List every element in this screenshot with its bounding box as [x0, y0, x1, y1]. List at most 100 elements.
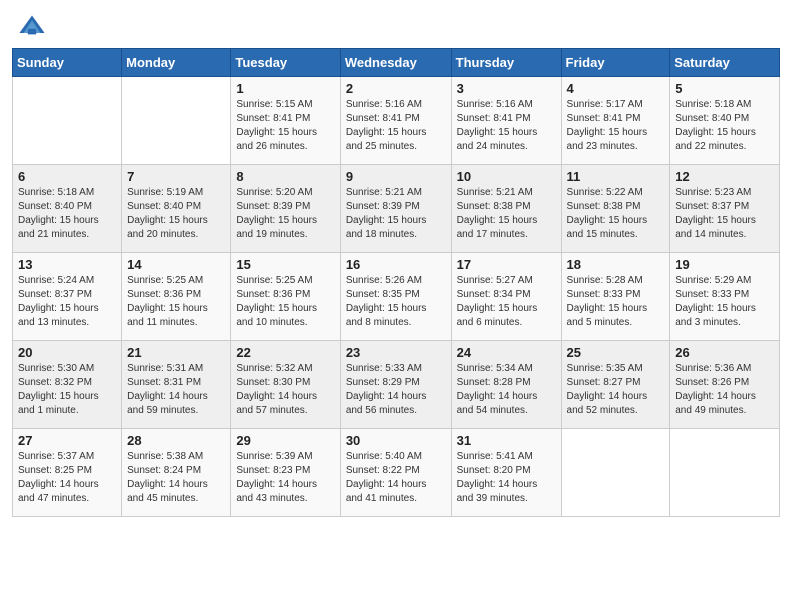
day-info: Sunrise: 5:20 AMSunset: 8:39 PMDaylight:…: [236, 186, 334, 242]
calendar-cell: 5 Sunrise: 5:18 AMSunset: 8:40 PMDaylight…: [670, 77, 780, 165]
day-info: Sunrise: 5:23 AMSunset: 8:37 PMDaylight:…: [675, 186, 774, 242]
day-info: Sunrise: 5:41 AMSunset: 8:20 PMDaylight:…: [457, 450, 556, 506]
calendar-cell: 19Sunrise: 5:29 AMSunset: 8:33 PMDayligh…: [670, 253, 780, 341]
day-info: Sunrise: 5:18 AMSunset: 8:40 PMDaylight:…: [18, 186, 116, 242]
day-info: Sunrise: 5:38 AMSunset: 8:24 PMDaylight:…: [127, 450, 225, 506]
day-number: 16: [346, 257, 446, 272]
day-number: 12: [675, 169, 774, 184]
calendar-week-1: 1Sunrise: 5:15 AMSunset: 8:41 PMDaylight…: [13, 77, 780, 165]
calendar-cell: 10 Sunrise: 5:21 AMSunset: 8:38 PMDayligh…: [451, 165, 561, 253]
day-of-week-wednesday: Wednesday: [340, 49, 451, 77]
day-of-week-saturday: Saturday: [670, 49, 780, 77]
day-number: 3: [457, 81, 556, 96]
calendar-cell: 27 Sunrise: 5:37 AMSunset: 8:25 PMDayligh…: [13, 429, 122, 517]
calendar-cell: 28 Sunrise: 5:38 AMSunset: 8:24 PMDayligh…: [122, 429, 231, 517]
calendar-week-5: 27 Sunrise: 5:37 AMSunset: 8:25 PMDayligh…: [13, 429, 780, 517]
day-info: Sunrise: 5:26 AMSunset: 8:35 PMDaylight:…: [346, 274, 446, 330]
day-number: 7: [127, 169, 225, 184]
day-info: Sunrise: 5:22 AMSunset: 8:38 PMDaylight:…: [567, 186, 665, 242]
calendar-cell: 24Sunrise: 5:34 AMSunset: 8:28 PMDayligh…: [451, 341, 561, 429]
day-number: 29: [236, 433, 334, 448]
day-number: 9: [346, 169, 446, 184]
day-number: 24: [457, 345, 556, 360]
day-info: Sunrise: 5:27 AMSunset: 8:34 PMDaylight:…: [457, 274, 556, 330]
day-number: 17: [457, 257, 556, 272]
day-info: Sunrise: 5:21 AMSunset: 8:38 PMDaylight:…: [457, 186, 556, 242]
calendar-cell: 21 Sunrise: 5:31 AMSunset: 8:31 PMDayligh…: [122, 341, 231, 429]
calendar-cell: 2Sunrise: 5:16 AMSunset: 8:41 PMDaylight…: [340, 77, 451, 165]
day-info: Sunrise: 5:21 AMSunset: 8:39 PMDaylight:…: [346, 186, 446, 242]
day-info: Sunrise: 5:19 AMSunset: 8:40 PMDaylight:…: [127, 186, 225, 242]
calendar-body: 1Sunrise: 5:15 AMSunset: 8:41 PMDaylight…: [13, 77, 780, 517]
day-number: 13: [18, 257, 116, 272]
calendar-cell: 9 Sunrise: 5:21 AMSunset: 8:39 PMDaylight…: [340, 165, 451, 253]
logo-icon: [18, 12, 46, 40]
calendar-cell: 6Sunrise: 5:18 AMSunset: 8:40 PMDaylight…: [13, 165, 122, 253]
day-number: 1: [236, 81, 334, 96]
day-number: 28: [127, 433, 225, 448]
calendar-cell: 3 Sunrise: 5:16 AMSunset: 8:41 PMDaylight…: [451, 77, 561, 165]
day-info: Sunrise: 5:17 AMSunset: 8:41 PMDaylight:…: [567, 98, 665, 154]
day-info: Sunrise: 5:24 AMSunset: 8:37 PMDaylight:…: [18, 274, 116, 330]
day-info: Sunrise: 5:37 AMSunset: 8:25 PMDaylight:…: [18, 450, 116, 506]
day-number: 25: [567, 345, 665, 360]
day-number: 22: [236, 345, 334, 360]
day-number: 14: [127, 257, 225, 272]
day-number: 15: [236, 257, 334, 272]
calendar-header: SundayMondayTuesdayWednesdayThursdayFrid…: [13, 49, 780, 77]
calendar-cell: 26Sunrise: 5:36 AMSunset: 8:26 PMDayligh…: [670, 341, 780, 429]
calendar-cell: 16 Sunrise: 5:26 AMSunset: 8:35 PMDayligh…: [340, 253, 451, 341]
calendar-cell: 7 Sunrise: 5:19 AMSunset: 8:40 PMDaylight…: [122, 165, 231, 253]
calendar-cell: 4 Sunrise: 5:17 AMSunset: 8:41 PMDaylight…: [561, 77, 670, 165]
calendar-cell: 14 Sunrise: 5:25 AMSunset: 8:36 PMDayligh…: [122, 253, 231, 341]
calendar-cell: 13 Sunrise: 5:24 AMSunset: 8:37 PMDayligh…: [13, 253, 122, 341]
calendar-cell: 30Sunrise: 5:40 AMSunset: 8:22 PMDayligh…: [340, 429, 451, 517]
day-number: 26: [675, 345, 774, 360]
day-info: Sunrise: 5:32 AMSunset: 8:30 PMDaylight:…: [236, 362, 334, 418]
day-number: 20: [18, 345, 116, 360]
calendar-cell: 20 Sunrise: 5:30 AMSunset: 8:32 PMDayligh…: [13, 341, 122, 429]
day-info: Sunrise: 5:31 AMSunset: 8:31 PMDaylight:…: [127, 362, 225, 418]
calendar-cell: 23 Sunrise: 5:33 AMSunset: 8:29 PMDayligh…: [340, 341, 451, 429]
calendar-cell: 29 Sunrise: 5:39 AMSunset: 8:23 PMDayligh…: [231, 429, 340, 517]
day-number: 21: [127, 345, 225, 360]
day-number: 30: [346, 433, 446, 448]
day-of-week-monday: Monday: [122, 49, 231, 77]
day-of-week-sunday: Sunday: [13, 49, 122, 77]
day-info: Sunrise: 5:39 AMSunset: 8:23 PMDaylight:…: [236, 450, 334, 506]
calendar-cell: 17 Sunrise: 5:27 AMSunset: 8:34 PMDayligh…: [451, 253, 561, 341]
day-number: 27: [18, 433, 116, 448]
day-info: Sunrise: 5:25 AMSunset: 8:36 PMDaylight:…: [236, 274, 334, 330]
calendar-cell: 25 Sunrise: 5:35 AMSunset: 8:27 PMDayligh…: [561, 341, 670, 429]
calendar-cell: 18Sunrise: 5:28 AMSunset: 8:33 PMDayligh…: [561, 253, 670, 341]
calendar-cell: [122, 77, 231, 165]
calendar-week-2: 6Sunrise: 5:18 AMSunset: 8:40 PMDaylight…: [13, 165, 780, 253]
calendar-cell: 15 Sunrise: 5:25 AMSunset: 8:36 PMDayligh…: [231, 253, 340, 341]
calendar-cell: 1Sunrise: 5:15 AMSunset: 8:41 PMDaylight…: [231, 77, 340, 165]
calendar-cell: 22 Sunrise: 5:32 AMSunset: 8:30 PMDayligh…: [231, 341, 340, 429]
day-number: 11: [567, 169, 665, 184]
day-number: 4: [567, 81, 665, 96]
day-number: 23: [346, 345, 446, 360]
calendar-week-4: 20 Sunrise: 5:30 AMSunset: 8:32 PMDayligh…: [13, 341, 780, 429]
day-number: 8: [236, 169, 334, 184]
day-info: Sunrise: 5:18 AMSunset: 8:40 PMDaylight:…: [675, 98, 774, 154]
day-of-week-tuesday: Tuesday: [231, 49, 340, 77]
calendar-cell: 12 Sunrise: 5:23 AMSunset: 8:37 PMDayligh…: [670, 165, 780, 253]
day-info: Sunrise: 5:25 AMSunset: 8:36 PMDaylight:…: [127, 274, 225, 330]
day-number: 5: [675, 81, 774, 96]
calendar-cell: 11 Sunrise: 5:22 AMSunset: 8:38 PMDayligh…: [561, 165, 670, 253]
day-of-week-thursday: Thursday: [451, 49, 561, 77]
logo: [18, 12, 50, 40]
day-info: Sunrise: 5:35 AMSunset: 8:27 PMDaylight:…: [567, 362, 665, 418]
day-info: Sunrise: 5:30 AMSunset: 8:32 PMDaylight:…: [18, 362, 116, 418]
day-number: 18: [567, 257, 665, 272]
day-info: Sunrise: 5:29 AMSunset: 8:33 PMDaylight:…: [675, 274, 774, 330]
day-number: 10: [457, 169, 556, 184]
day-info: Sunrise: 5:16 AMSunset: 8:41 PMDaylight:…: [346, 98, 446, 154]
day-number: 31: [457, 433, 556, 448]
calendar-cell: 8 Sunrise: 5:20 AMSunset: 8:39 PMDaylight…: [231, 165, 340, 253]
day-of-week-friday: Friday: [561, 49, 670, 77]
day-info: Sunrise: 5:33 AMSunset: 8:29 PMDaylight:…: [346, 362, 446, 418]
day-info: Sunrise: 5:16 AMSunset: 8:41 PMDaylight:…: [457, 98, 556, 154]
